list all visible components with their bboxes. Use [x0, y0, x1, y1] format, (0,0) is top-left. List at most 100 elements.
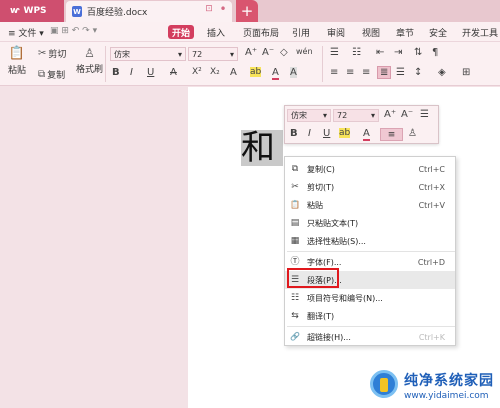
- tab-developer[interactable]: 开发工具: [462, 26, 498, 39]
- mini-underline-button[interactable]: U: [323, 128, 330, 139]
- watermark-logo-icon: [370, 370, 398, 398]
- bullet-list-button[interactable]: ☰: [330, 47, 339, 58]
- menu-item-copy[interactable]: ⧉ 复制(C) Ctrl+C: [285, 160, 455, 178]
- format-painter-button[interactable]: ♙ 格式刷: [76, 46, 103, 75]
- font-color-button[interactable]: A: [272, 67, 279, 80]
- italic-button[interactable]: I: [130, 67, 133, 78]
- wps-home-tab[interactable]: ⱳ WPS: [0, 0, 64, 22]
- increase-indent-button[interactable]: ⇥: [394, 47, 402, 58]
- mini-italic-button[interactable]: I: [308, 128, 311, 139]
- scissors-icon: ✂: [38, 48, 47, 59]
- window-restore-icon[interactable]: ⊡: [204, 4, 214, 14]
- show-marks-button[interactable]: ¶: [432, 47, 438, 58]
- font-name-select[interactable]: 仿宋 ▾: [110, 47, 186, 61]
- align-right-button[interactable]: ≡: [362, 67, 370, 78]
- annotation-highlight-box: [287, 268, 339, 288]
- menu-item-cut[interactable]: ✂ 剪切(T) Ctrl+X: [285, 178, 455, 196]
- watermark-title: 纯净系统家园: [404, 373, 494, 389]
- chevron-down-icon: ▾: [322, 111, 327, 120]
- bold-button[interactable]: B: [112, 67, 120, 78]
- align-left-button[interactable]: ≡: [330, 67, 338, 78]
- shading-button[interactable]: ◈: [438, 67, 446, 78]
- align-icon: ≡: [387, 129, 396, 140]
- selected-document-text[interactable]: 和: [241, 130, 283, 166]
- menu-file[interactable]: ≡ 文件 ▾: [8, 26, 44, 39]
- pinyin-button[interactable]: wén: [296, 47, 313, 56]
- tab-review[interactable]: 审阅: [327, 26, 345, 39]
- site-watermark: 纯净系统家园 www.yidaimei.com: [368, 368, 500, 408]
- border-button[interactable]: ⊞: [462, 67, 470, 78]
- scissors-icon: ✂: [291, 182, 299, 192]
- font-size-select[interactable]: 72 ▾: [188, 47, 238, 61]
- tab-sections[interactable]: 章节: [396, 26, 414, 39]
- watermark-url: www.yidaimei.com: [404, 391, 489, 401]
- line-spacing-button[interactable]: ↕: [414, 67, 422, 78]
- mini-align-button[interactable]: ≡: [380, 128, 403, 141]
- chevron-down-icon: ▾: [370, 111, 375, 120]
- plus-icon: +: [240, 2, 254, 20]
- sort-button[interactable]: ⇅: [414, 47, 422, 58]
- tab-security[interactable]: 安全: [429, 26, 447, 39]
- text-effect-button[interactable]: A: [230, 67, 237, 78]
- translate-icon: ⇆: [291, 311, 299, 321]
- menu-bar: ≡ 文件 ▾ ▣ ⊞ ↶ ↷ ▾ 开始 插入 页面布局 引用 审阅 视图 章节 …: [0, 22, 500, 42]
- title-bar: ⱳ WPS W 百度经验.docx ⊡ • +: [0, 0, 500, 22]
- save-icon[interactable]: ▣ ⊞ ↶ ↷ ▾: [50, 26, 97, 36]
- paste-button[interactable]: 📋 粘贴: [8, 46, 26, 76]
- document-title: 百度经验.docx: [87, 8, 148, 18]
- tab-references[interactable]: 引用: [292, 26, 310, 39]
- numbered-list-button[interactable]: ☷: [352, 47, 361, 58]
- menu-item-bullets-numbering[interactable]: ☷ 项目符号和编号(N)...: [285, 289, 455, 307]
- cut-button[interactable]: ✂ 剪切: [38, 47, 66, 60]
- menu-item-label: 翻译(T): [307, 311, 335, 321]
- highlight-button[interactable]: ab: [250, 67, 262, 77]
- clear-format-button[interactable]: ◇: [280, 47, 288, 58]
- superscript-button[interactable]: X²: [192, 67, 202, 77]
- shrink-font-button[interactable]: A⁻: [262, 47, 274, 58]
- mini-font-size-select[interactable]: 72 ▾: [333, 109, 379, 122]
- new-tab-button[interactable]: +: [236, 0, 258, 22]
- tab-home[interactable]: 开始: [168, 25, 194, 39]
- underline-button[interactable]: U: [147, 67, 154, 78]
- tab-insert[interactable]: 插入: [207, 26, 225, 39]
- decrease-indent-button[interactable]: ⇤: [376, 47, 384, 58]
- menu-item-paste-special[interactable]: ▦ 选择性粘贴(S)...: [285, 232, 455, 250]
- mini-font-color-button[interactable]: A: [363, 128, 370, 141]
- align-justify-button[interactable]: ≣: [377, 66, 392, 79]
- mini-grow-font-button[interactable]: A⁺: [384, 109, 396, 120]
- mini-highlight-button[interactable]: ab: [339, 128, 351, 138]
- copy-icon: ⧉: [291, 164, 299, 174]
- mini-format-painter-button[interactable]: ♙: [408, 128, 417, 139]
- copy-button[interactable]: ⧉ 复制: [38, 68, 65, 81]
- cut-label: 剪切: [48, 50, 67, 60]
- chevron-down-icon: ▾: [229, 49, 234, 59]
- tab-view[interactable]: 视图: [362, 26, 380, 39]
- strikethrough-button[interactable]: A: [170, 67, 177, 78]
- context-menu: ⧉ 复制(C) Ctrl+C ✂ 剪切(T) Ctrl+X 📋 粘贴 Ctrl+…: [284, 156, 456, 346]
- mini-shrink-font-button[interactable]: A⁻: [401, 109, 413, 120]
- bullets-icon: ☷: [290, 293, 300, 303]
- subscript-button[interactable]: X₂: [210, 67, 220, 77]
- align-center-button[interactable]: ≡: [346, 67, 354, 78]
- mini-font-name-select[interactable]: 仿宋 ▾: [287, 109, 331, 122]
- grow-font-button[interactable]: A⁺: [245, 47, 257, 58]
- app-name: WPS: [23, 6, 47, 16]
- menu-item-label: 剪切(T): [307, 182, 335, 192]
- tab-page-layout[interactable]: 页面布局: [243, 26, 279, 39]
- clipboard-icon: 📋: [8, 46, 26, 61]
- mini-list-button[interactable]: ☰: [420, 109, 429, 120]
- wps-logo-icon: ⱳ: [10, 6, 20, 16]
- font-icon: Ⓣ: [290, 257, 300, 267]
- menu-item-hyperlink[interactable]: 🔗 超链接(H)... Ctrl+K: [285, 328, 455, 346]
- distributed-align-button[interactable]: ☰: [396, 67, 405, 78]
- menu-item-paste-text-only[interactable]: ▤ 只粘贴文本(T): [285, 214, 455, 232]
- mini-font-name-value: 仿宋: [291, 111, 307, 120]
- mini-bold-button[interactable]: B: [290, 128, 298, 139]
- font-size-value: 72: [192, 49, 203, 59]
- char-shading-button[interactable]: A: [290, 67, 297, 78]
- menu-item-label: 项目符号和编号(N)...: [307, 293, 383, 303]
- menu-item-paste[interactable]: 📋 粘贴 Ctrl+V: [285, 196, 455, 214]
- paint-brush-icon: ♙: [84, 46, 95, 60]
- menu-item-translate[interactable]: ⇆ 翻译(T): [285, 307, 455, 325]
- menu-item-shortcut: Ctrl+C: [418, 164, 445, 174]
